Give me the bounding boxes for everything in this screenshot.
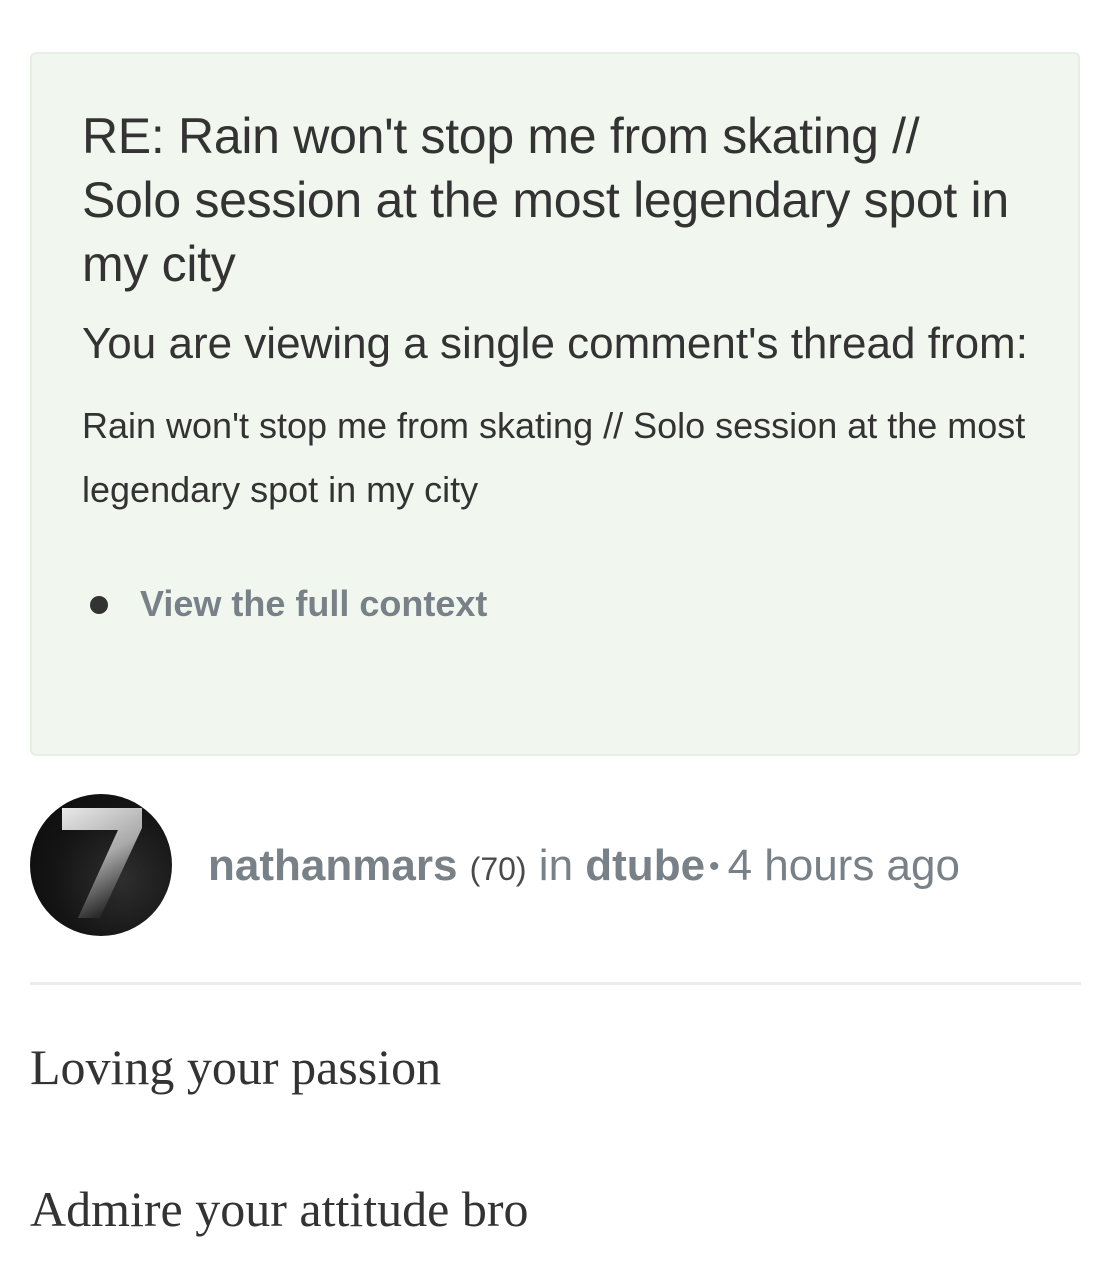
viewing-thread-notice: You are viewing a single comment's threa… (82, 319, 1028, 368)
context-links-list: View the full context (82, 580, 1030, 628)
bullet-icon (90, 596, 108, 614)
comment-context-panel: RE: Rain won't stop me from skating // S… (30, 52, 1080, 756)
author-name-link[interactable]: nathanmars (208, 841, 457, 890)
comment-paragraph: Admire your attitude bro (30, 1181, 529, 1237)
in-label: in (538, 841, 574, 890)
comment-body: Loving your passion Admire your attitude… (30, 1032, 1080, 1244)
divider (30, 982, 1081, 985)
author-reputation: (70) (469, 851, 527, 887)
avatar[interactable] (30, 794, 172, 936)
context-link-item: View the full context (82, 580, 1030, 628)
seven-logo-icon (62, 808, 142, 918)
view-full-context-link[interactable]: View the full context (140, 583, 487, 624)
context-title: RE: Rain won't stop me from skating // S… (82, 108, 1009, 292)
separator-dot: • (709, 850, 720, 883)
community-link[interactable]: dtube (585, 841, 705, 890)
parent-post-title: Rain won't stop me from skating // Solo … (82, 405, 1026, 510)
timestamp-link[interactable]: 4 hours ago (728, 841, 960, 890)
comment-meta: nathanmars (70) in dtube • 4 hours ago (208, 838, 960, 897)
comment-paragraph: Loving your passion (30, 1039, 442, 1095)
comment-author-row: nathanmars (70) in dtube • 4 hours ago (30, 794, 1080, 936)
